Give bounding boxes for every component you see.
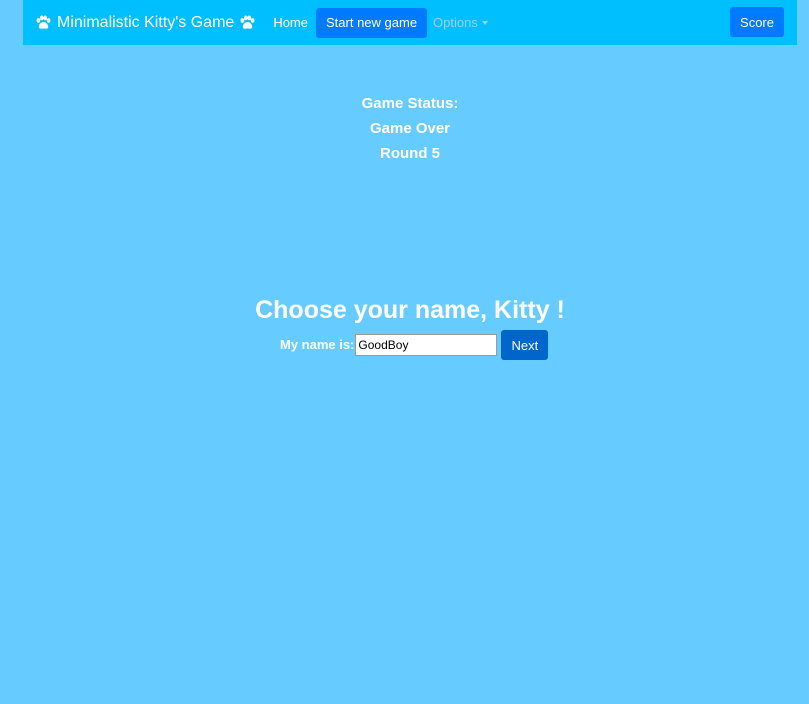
brand-title: Minimalistic Kitty's Game	[57, 13, 235, 31]
game-status: Game Status: Game Over Round 5	[0, 91, 809, 166]
options-label: Options	[433, 15, 478, 30]
score-button[interactable]: Score	[730, 7, 784, 37]
name-input[interactable]	[355, 334, 498, 356]
choose-name-title: Choose your name, Kitty !	[255, 296, 565, 324]
status-heading: Game Status:	[361, 95, 459, 112]
options-dropdown[interactable]: Options	[433, 15, 488, 30]
nav-home-link[interactable]: Home	[273, 15, 308, 30]
status-round: Round 5	[380, 145, 440, 162]
name-form: My name is: Next	[280, 330, 549, 360]
navbar: Minimalistic Kitty's Game Home Start new…	[23, 0, 797, 45]
status-state: Game Over	[369, 120, 451, 137]
name-label: My name is:	[280, 337, 355, 352]
brand[interactable]: Minimalistic Kitty's Game	[35, 14, 256, 32]
next-button[interactable]: Next	[501, 330, 549, 360]
caret-down-icon	[481, 20, 488, 25]
paw-icon	[240, 15, 255, 29]
start-new-game-button[interactable]: Start new game	[316, 7, 428, 38]
paw-icon	[36, 15, 51, 29]
